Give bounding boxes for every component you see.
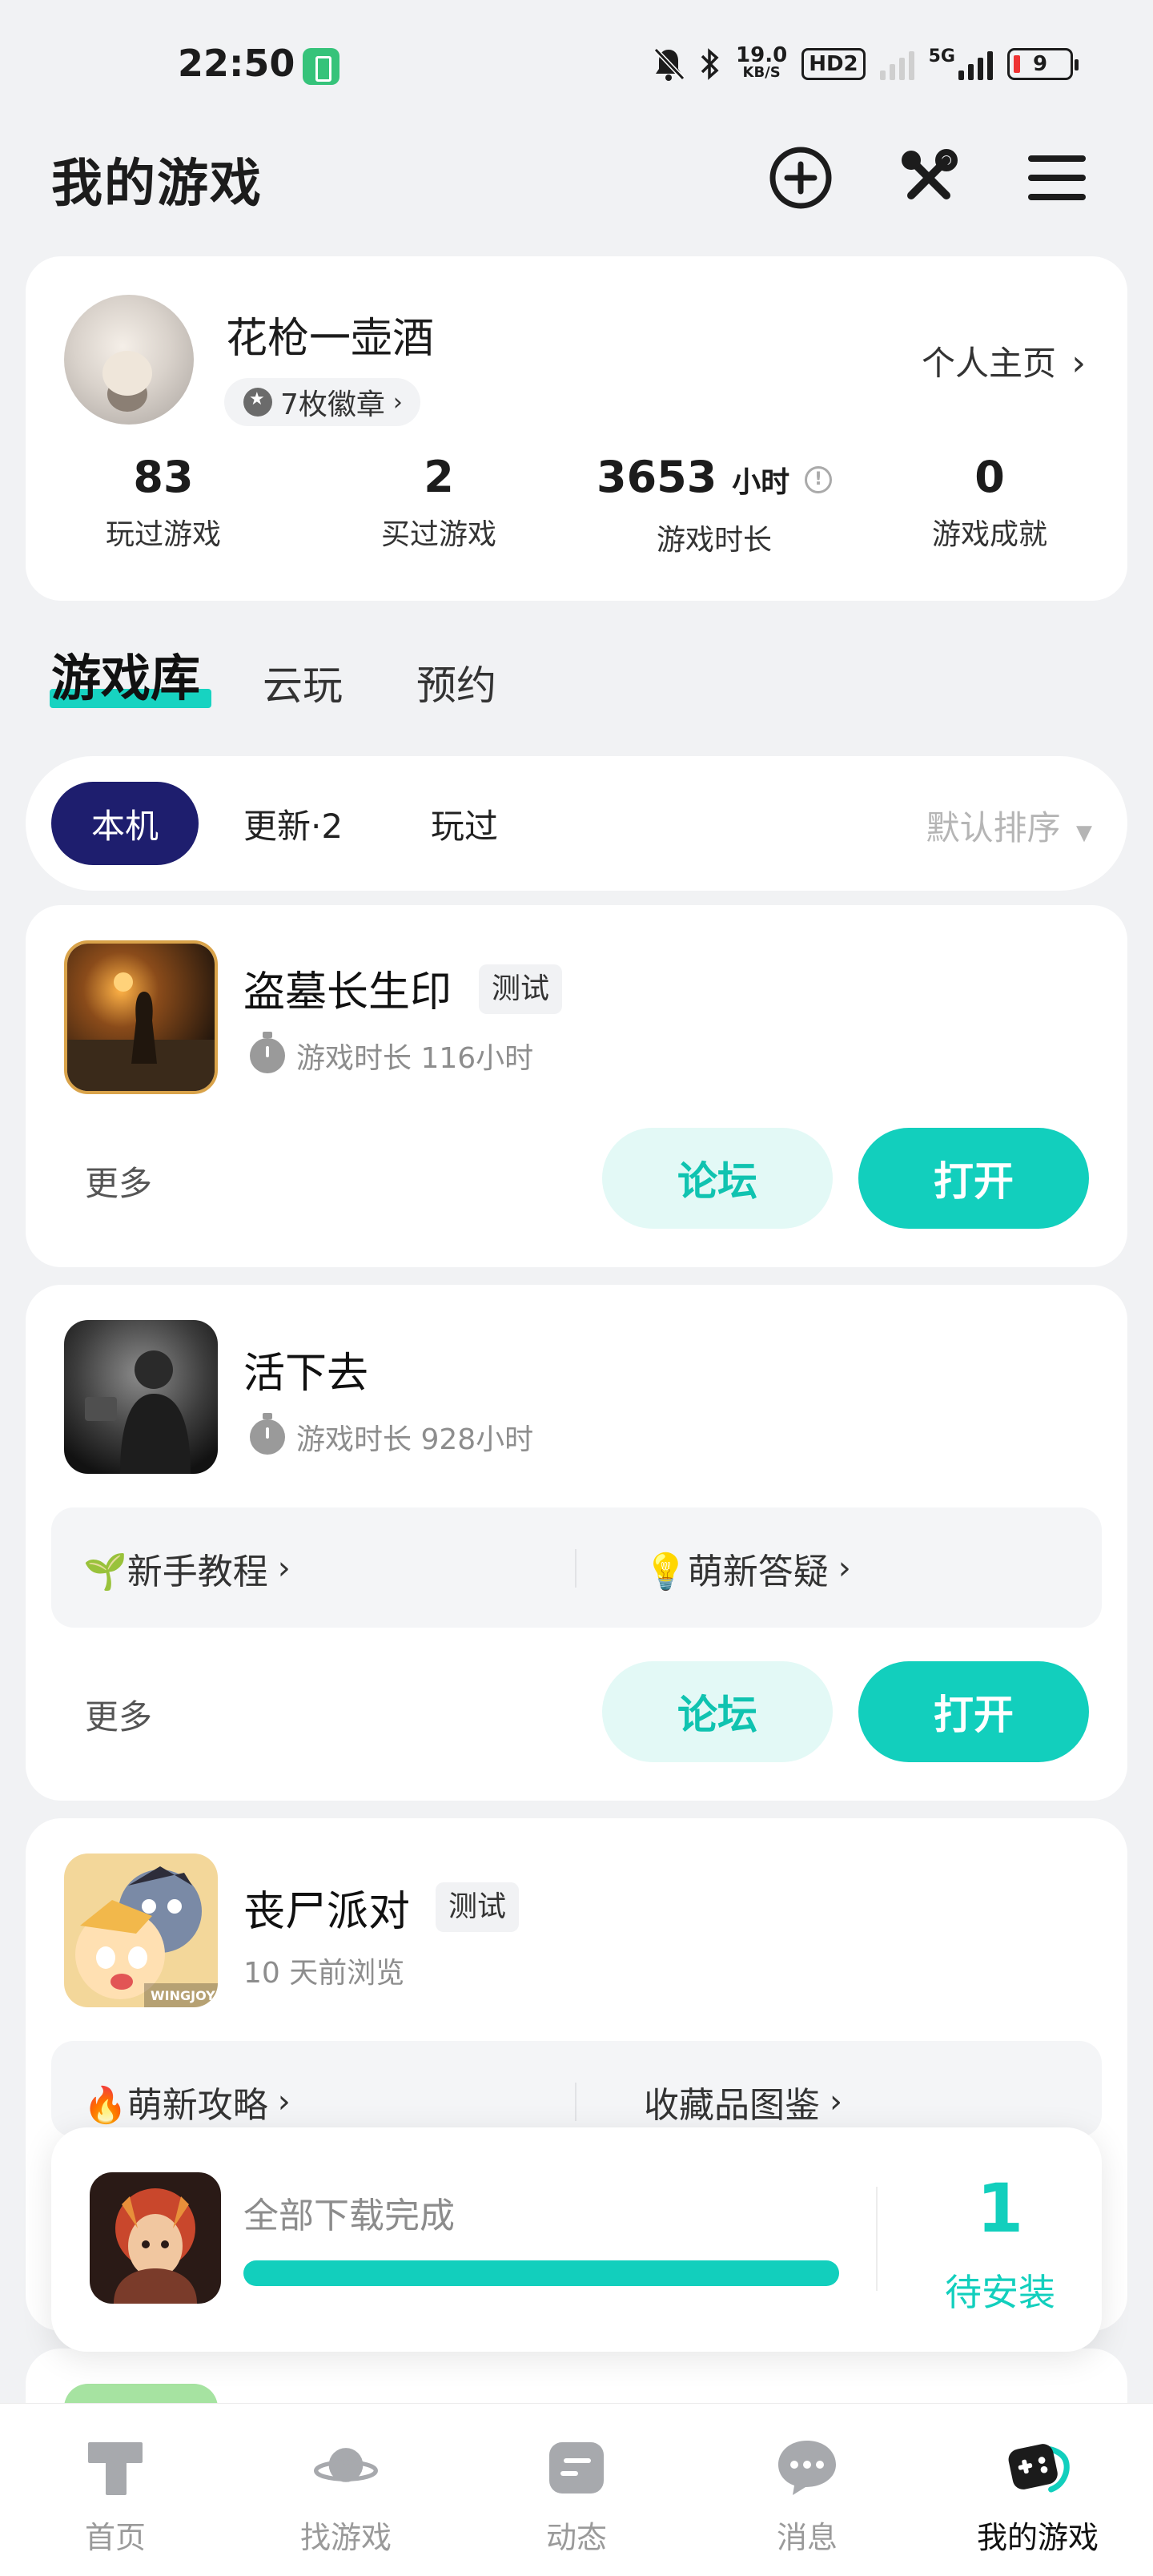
page-title: 我的游戏 — [51, 155, 263, 214]
divider — [575, 2083, 576, 2121]
filter-played[interactable]: 玩过 — [391, 782, 538, 865]
quick-link-tutorial[interactable]: 🌱新手教程 › — [83, 1543, 291, 1594]
planet-icon — [314, 2436, 378, 2500]
tools-button[interactable] — [892, 141, 966, 215]
status-indicators: 19.0 KB/S HD2 5G 9 — [653, 42, 1079, 87]
icon-caption: WINGJOY — [151, 1988, 215, 2003]
tab-cloud-play[interactable]: 云玩 — [263, 654, 343, 711]
add-button[interactable] — [764, 141, 838, 215]
badges-count: 7枚徽章 — [280, 388, 385, 421]
download-panel[interactable]: 全部下载完成 1 待安装 — [51, 2127, 1102, 2352]
signal-2-icon — [958, 48, 993, 80]
stat-playtime[interactable]: 3653 小时 ! 游戏时长 — [594, 449, 834, 558]
bluetooth-icon — [701, 48, 719, 80]
forum-button[interactable]: 论坛 — [602, 1128, 833, 1229]
more-link[interactable]: 更多 — [85, 1157, 152, 1205]
tab-reservations[interactable]: 预约 — [416, 654, 496, 711]
chevron-right-icon: › — [1071, 343, 1086, 384]
chevron-right-icon: › — [277, 1550, 291, 1587]
test-tag: 测试 — [479, 964, 563, 1014]
status-bar: 22:50 19.0 KB/S HD2 5G 9 — [0, 0, 1153, 128]
download-progress-fill — [243, 2260, 839, 2286]
download-game-icon — [90, 2172, 221, 2304]
chevron-right-icon: › — [830, 2083, 842, 2120]
network-speed: 19.0 KB/S — [736, 43, 788, 81]
chevron-right-icon: › — [392, 388, 403, 417]
forum-button[interactable]: 论坛 — [602, 1661, 833, 1762]
chevron-right-icon: › — [838, 1550, 851, 1587]
home-t-icon — [83, 2436, 147, 2500]
mute-icon — [653, 47, 685, 81]
stat-achievements[interactable]: 0 游戏成就 — [870, 449, 1110, 553]
menu-button[interactable] — [1020, 141, 1094, 215]
gamepad-icon — [1006, 2436, 1070, 2500]
signal-1-icon — [879, 48, 914, 80]
game-title: 丧尸派对 — [243, 1888, 411, 1936]
menu-icon — [1028, 155, 1086, 200]
game-icon-huoxiaqu[interactable] — [64, 1320, 218, 1474]
username: 花枪一壶酒 — [226, 315, 435, 363]
more-link[interactable]: 更多 — [85, 1690, 152, 1739]
stat-purchased[interactable]: 2 买过游戏 — [319, 449, 559, 553]
battery-icon: 9 — [1007, 48, 1079, 80]
open-button[interactable]: 打开 — [858, 1128, 1089, 1229]
stat-played[interactable]: 83 玩过游戏 — [43, 449, 283, 553]
homepage-link[interactable]: 个人主页 › — [922, 336, 1086, 385]
bottom-nav: 首页 找游戏 动态 消息 我的游戏 — [0, 2403, 1153, 2576]
nav-messages[interactable]: 消息 — [711, 2436, 903, 2557]
nav-discover[interactable]: 找游戏 — [250, 2436, 442, 2557]
game-title: 盗墓长生印 — [243, 968, 452, 1016]
tools-icon — [902, 149, 958, 199]
chat-icon — [775, 2436, 839, 2500]
nav-feed[interactable]: 动态 — [480, 2436, 673, 2557]
info-icon: ! — [804, 466, 832, 494]
download-status: 全部下载完成 — [243, 2196, 455, 2236]
pending-install-count: 1 — [976, 2169, 1024, 2248]
game-icon-zombie-party[interactable]: WINGJOY — [64, 1854, 218, 2007]
battery-saver-icon — [303, 48, 339, 85]
sort-dropdown[interactable]: 默认排序 ▼ — [926, 801, 1092, 850]
nav-my-games[interactable]: 我的游戏 — [942, 2436, 1134, 2557]
game-icon-daomu[interactable] — [64, 940, 218, 1094]
medal-icon — [243, 388, 272, 417]
feed-icon — [544, 2436, 609, 2500]
add-circle-icon — [769, 147, 832, 209]
hd-voice-badge: HD2 — [801, 48, 866, 80]
tab-library[interactable]: 游戏库 — [51, 638, 200, 710]
quick-link-collection[interactable]: 收藏品图鉴 › — [644, 2076, 842, 2127]
quick-links: 🌱新手教程 › 💡萌新答疑 › — [51, 1507, 1102, 1628]
pending-install-label: 待安装 — [945, 2271, 1055, 2314]
divider — [575, 1549, 576, 1588]
nav-home[interactable]: 首页 — [19, 2436, 211, 2557]
caret-down-icon: ▼ — [1076, 821, 1092, 845]
filter-local[interactable]: 本机 — [51, 782, 199, 865]
status-time: 22:50 — [178, 42, 295, 85]
chevron-right-icon: › — [277, 2083, 291, 2120]
stopwatch-icon — [250, 1413, 285, 1455]
filter-updates[interactable]: 更新·2 — [203, 782, 383, 865]
stopwatch-icon — [250, 1032, 285, 1073]
network-type: 5G — [928, 46, 955, 66]
test-tag: 测试 — [436, 1882, 520, 1932]
playtime-meta: 游戏时长 928小时 — [250, 1413, 533, 1458]
last-viewed-meta: 10 天前浏览 — [243, 1957, 405, 1990]
quick-link-guide[interactable]: 🔥萌新攻略 › — [83, 2076, 291, 2127]
badges-pill[interactable]: 7枚徽章 › — [224, 378, 420, 426]
avatar[interactable] — [64, 295, 194, 425]
divider — [876, 2187, 878, 2291]
download-progress — [243, 2260, 839, 2286]
playtime-meta: 游戏时长 116小时 — [250, 1032, 533, 1077]
quick-link-faq[interactable]: 💡萌新答疑 › — [644, 1543, 851, 1594]
quick-links: 🔥萌新攻略 › 收藏品图鉴 › — [51, 2041, 1102, 2137]
game-title: 活下去 — [243, 1350, 369, 1398]
open-button[interactable]: 打开 — [858, 1661, 1089, 1762]
battery-level: 9 — [1032, 52, 1048, 76]
